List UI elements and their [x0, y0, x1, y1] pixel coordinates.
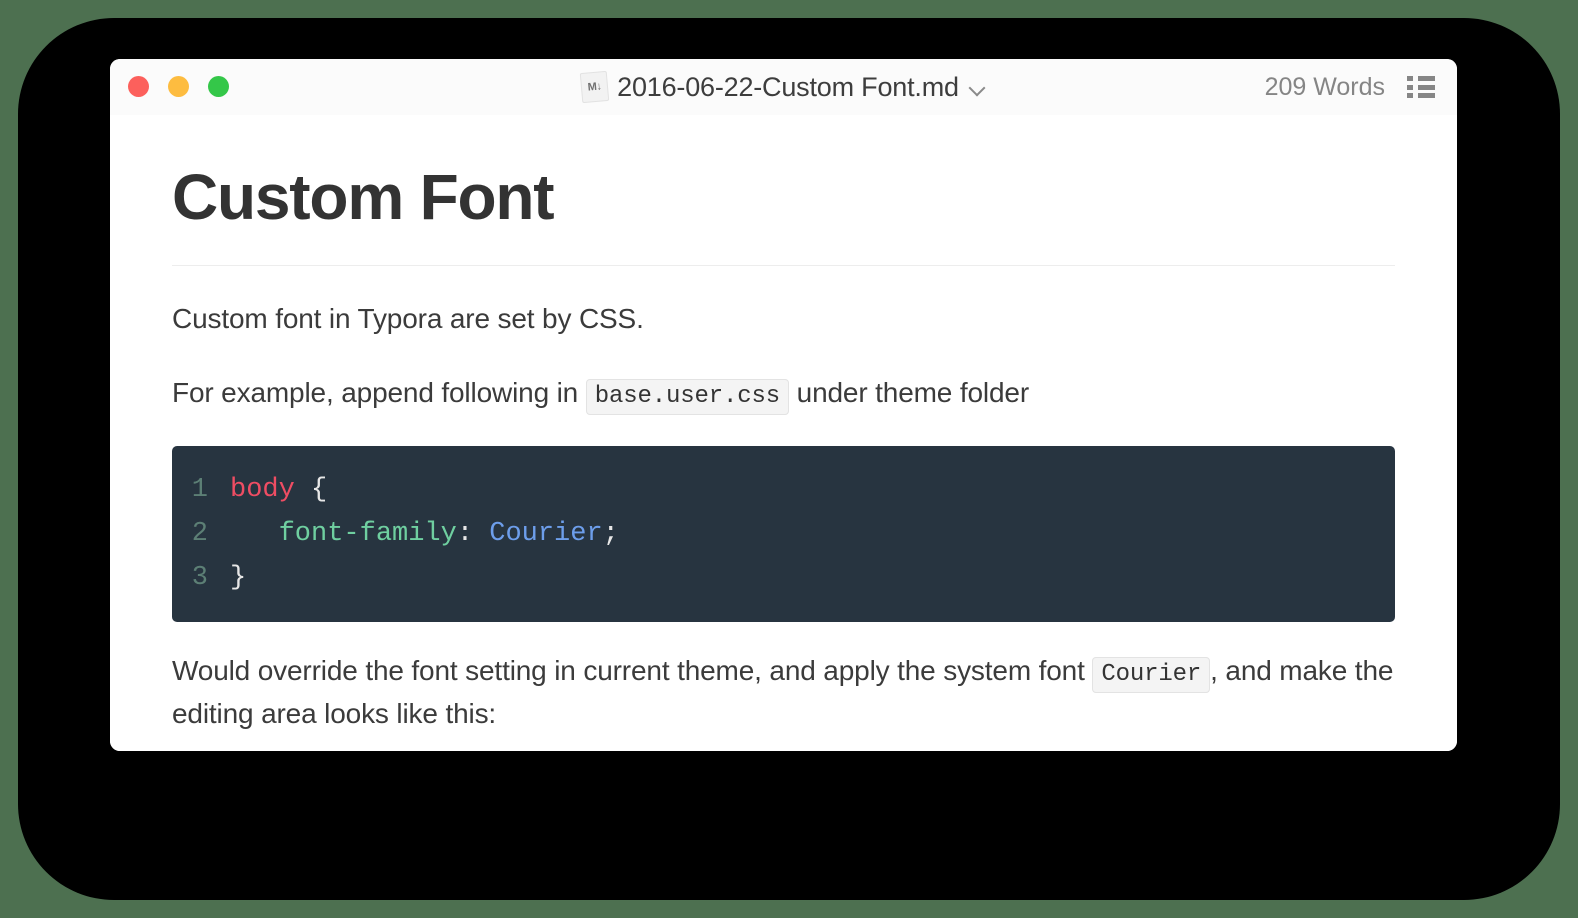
outline-line [1418, 76, 1435, 81]
outline-row [1407, 76, 1435, 81]
line-number: 2 [191, 518, 208, 549]
markdown-file-icon: M↓ [579, 70, 610, 104]
code-line-content: body { [230, 468, 327, 512]
outline-line [1418, 93, 1435, 98]
editor-area[interactable]: Custom Font Custom font in Typora are se… [110, 115, 1457, 751]
typora-app-window: M↓ 2016-06-22-Custom Font.md 209 Words C… [110, 59, 1457, 751]
code-line: 3 } [172, 556, 1395, 600]
line-number: 3 [191, 562, 208, 593]
outline-bullet [1407, 93, 1413, 98]
paragraph-example: For example, append following in base.us… [172, 372, 1395, 416]
code-token-selector: body [230, 474, 295, 505]
traffic-light-group [128, 76, 229, 97]
paragraph-outcome: Would override the font setting in curre… [172, 650, 1395, 736]
code-token-punct: ; [602, 518, 619, 549]
paragraph-outcome-text-before: Would override the font setting in curre… [172, 654, 1093, 686]
code-token-value: Courier [489, 518, 603, 549]
outline-list-icon[interactable] [1407, 76, 1435, 98]
code-line: 1 body { [172, 468, 1395, 512]
paragraph-example-text-after: under theme folder [789, 377, 1029, 409]
code-token-property: font-family [230, 518, 457, 549]
code-token-punct: } [230, 562, 247, 593]
code-line: 2 font-family: Courier; [172, 512, 1395, 556]
title-bar-right: 209 Words [1265, 59, 1435, 115]
title-bar-center: M↓ 2016-06-22-Custom Font.md [110, 59, 1457, 115]
code-line-content: font-family: Courier; [230, 512, 619, 556]
outline-bullet [1407, 76, 1413, 81]
word-count-label[interactable]: 209 Words [1265, 73, 1385, 102]
page-title: Custom Font [172, 161, 555, 233]
code-token-punct: : [456, 518, 490, 549]
code-block[interactable]: 1 body { 2 font-family: Courier; 3 } [172, 445, 1395, 622]
code-line-content: } [230, 556, 246, 600]
close-window-button[interactable] [128, 76, 149, 97]
inline-code-base-user-css: base.user.css [585, 379, 790, 416]
maximize-window-button[interactable] [208, 76, 229, 97]
paragraph-intro: Custom font in Typora are set by CSS. [172, 302, 644, 334]
outline-line [1418, 84, 1435, 90]
outline-row [1407, 93, 1435, 98]
outline-bullet [1407, 84, 1413, 90]
minimize-window-button[interactable] [168, 76, 189, 97]
document-title[interactable]: 2016-06-22-Custom Font.md [617, 72, 959, 103]
title-divider [172, 264, 1395, 266]
inline-code-courier: Courier [1092, 656, 1211, 693]
line-number: 1 [191, 474, 208, 505]
outline-row [1407, 84, 1435, 90]
paragraph-example-text-before: For example, append following in [172, 377, 586, 409]
code-token-punct: { [294, 474, 328, 505]
title-bar: M↓ 2016-06-22-Custom Font.md 209 Words [110, 59, 1457, 115]
chevron-down-icon[interactable] [968, 78, 986, 96]
